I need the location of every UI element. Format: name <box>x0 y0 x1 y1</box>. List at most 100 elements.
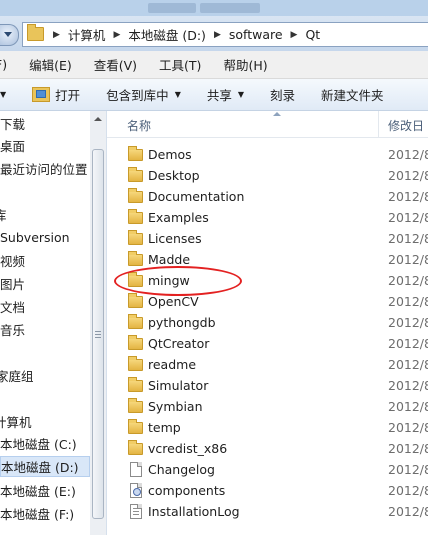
column-name-header[interactable]: 名称 <box>127 117 151 134</box>
breadcrumb-computer[interactable]: 计算机 <box>62 25 112 44</box>
file-date: 2012/8 <box>388 336 428 351</box>
file-name: mingw <box>148 273 190 288</box>
include-in-library-button[interactable]: 包含到库中 ▼ <box>93 85 194 104</box>
file-name: pythongdb <box>148 315 216 330</box>
file-name: QtCreator <box>148 336 210 351</box>
breadcrumb: ▶ 计算机 ▶ 本地磁盘 (D:) ▶ software ▶ Qt <box>51 23 326 46</box>
folder-icon <box>128 146 143 161</box>
open-icon <box>32 87 51 102</box>
column-header: 名称 修改日 <box>107 111 428 138</box>
breadcrumb-drive-d[interactable]: 本地磁盘 (D:) <box>122 25 212 44</box>
nav-item-documents[interactable]: 文档 <box>0 296 90 317</box>
nav-item-drive-d[interactable]: 本地磁盘 (D:) <box>0 456 90 477</box>
nav-item-downloads[interactable]: 下载 <box>0 113 90 134</box>
file-row[interactable]: Documentation 2012/8 <box>107 186 428 207</box>
file-row[interactable]: Madde 2012/8 <box>107 249 428 270</box>
nav-item-drive-f[interactable]: 本地磁盘 (F:) <box>0 503 90 524</box>
nav-item-drive-e[interactable]: 本地磁盘 (E:) <box>0 480 90 501</box>
breadcrumb-software[interactable]: software <box>223 27 289 42</box>
menu-edit[interactable]: 编辑(E) <box>18 55 83 74</box>
breadcrumb-qt[interactable]: Qt <box>299 27 326 42</box>
menu-tools[interactable]: 工具(T) <box>148 55 212 74</box>
file-date: 2012/8 <box>388 147 428 162</box>
folder-icon <box>128 419 143 434</box>
share-button[interactable]: 共享 ▼ <box>194 85 257 104</box>
file-row[interactable]: QtCreator 2012/8 <box>107 333 428 354</box>
file-row[interactable]: vcredist_x86 2012/8 <box>107 438 428 459</box>
file-row[interactable]: Examples 2012/8 <box>107 207 428 228</box>
nav-item-computer[interactable]: 计算机 <box>0 411 84 432</box>
file-date: 2012/8 <box>388 378 428 393</box>
file-row[interactable]: Changelog 2012/8 <box>107 459 428 480</box>
folder-icon <box>128 209 143 224</box>
nav-item-subversion[interactable]: Subversion <box>0 227 90 248</box>
chevron-right-icon[interactable]: ▶ <box>51 30 62 40</box>
file-name: Changelog <box>148 462 215 477</box>
file-name: Symbian <box>148 399 203 414</box>
column-date-header[interactable]: 修改日 <box>388 117 424 134</box>
organize-caret[interactable]: ▼ <box>0 90 19 99</box>
open-button[interactable]: 打开 <box>19 85 93 104</box>
address-box[interactable]: ▶ 计算机 ▶ 本地磁盘 (D:) ▶ software ▶ Qt <box>22 22 428 47</box>
file-date: 2012/8 <box>388 483 428 498</box>
chevron-right-icon[interactable]: ▶ <box>212 30 223 40</box>
file-row[interactable]: components 2012/8 <box>107 480 428 501</box>
recent-locations-button[interactable] <box>0 24 19 46</box>
menu-file[interactable]: F) <box>0 57 18 72</box>
tab-thumbnail <box>200 3 260 13</box>
file-row[interactable]: Simulator 2012/8 <box>107 375 428 396</box>
nav-item-videos[interactable]: 视频 <box>0 250 90 271</box>
grip-line <box>95 337 101 338</box>
config-file-icon <box>130 483 142 498</box>
burn-button[interactable]: 刻录 <box>257 85 308 104</box>
menu-help[interactable]: 帮助(H) <box>212 55 278 74</box>
nav-item-drive-c[interactable]: 本地磁盘 (C:) <box>0 433 90 454</box>
column-divider[interactable] <box>378 111 379 137</box>
nav-item-homegroup[interactable]: 家庭组 <box>0 365 86 386</box>
file-date: 2012/8 <box>388 168 428 183</box>
file-row[interactable]: Demos 2012/8 <box>107 144 428 165</box>
file-date: 2012/8 <box>388 441 428 456</box>
file-row[interactable]: InstallationLog 2012/8 <box>107 501 428 522</box>
file-date: 2012/8 <box>388 210 428 225</box>
menu-bar: F) 编辑(E) 查看(V) 工具(T) 帮助(H) <box>0 51 428 79</box>
nav-item-recent[interactable]: 最近访问的位置 <box>0 158 90 179</box>
file-name: Demos <box>148 147 192 162</box>
menu-view[interactable]: 查看(V) <box>83 55 148 74</box>
caret-down-icon: ▼ <box>237 90 245 99</box>
sort-arrow-icon <box>273 112 281 116</box>
folder-icon <box>128 398 143 413</box>
new-folder-button[interactable]: 新建文件夹 <box>308 85 397 104</box>
file-name: Madde <box>148 252 191 267</box>
tab-thumbnail <box>148 3 196 13</box>
file-name: temp <box>148 420 181 435</box>
navigation-scrollbar[interactable] <box>90 111 106 535</box>
nav-item-music[interactable]: 音乐 <box>0 319 90 340</box>
file-row[interactable]: Desktop 2012/8 <box>107 165 428 186</box>
file-row[interactable]: temp 2012/8 <box>107 417 428 438</box>
chevron-right-icon[interactable]: ▶ <box>111 30 122 40</box>
nav-item-pictures[interactable]: 图片 <box>0 273 90 294</box>
file-date: 2012/8 <box>388 189 428 204</box>
nav-item-libraries[interactable]: 库 <box>0 204 84 225</box>
file-name: Examples <box>148 210 209 225</box>
open-label: 打开 <box>55 88 81 103</box>
folder-icon <box>128 314 143 329</box>
folder-icon <box>128 440 143 455</box>
file-row[interactable]: readme 2012/8 <box>107 354 428 375</box>
file-row[interactable]: OpenCV 2012/8 <box>107 291 428 312</box>
caret-down-icon: ▼ <box>0 90 7 99</box>
grip-line <box>95 331 101 332</box>
title-bar <box>0 0 428 16</box>
scroll-up-icon[interactable] <box>94 117 102 121</box>
file-row[interactable]: mingw 2012/8 <box>107 270 428 291</box>
command-bar: ▼ 打开 包含到库中 ▼ 共享 ▼ 刻录 新建文件夹 <box>0 79 428 111</box>
folder-icon <box>128 167 143 182</box>
file-row[interactable]: Licenses 2012/8 <box>107 228 428 249</box>
share-label: 共享 <box>206 88 232 103</box>
file-row[interactable]: Symbian 2012/8 <box>107 396 428 417</box>
scrollbar-thumb[interactable] <box>92 149 104 519</box>
chevron-right-icon[interactable]: ▶ <box>289 30 300 40</box>
file-row[interactable]: pythongdb 2012/8 <box>107 312 428 333</box>
nav-item-desktop[interactable]: 桌面 <box>0 135 90 156</box>
